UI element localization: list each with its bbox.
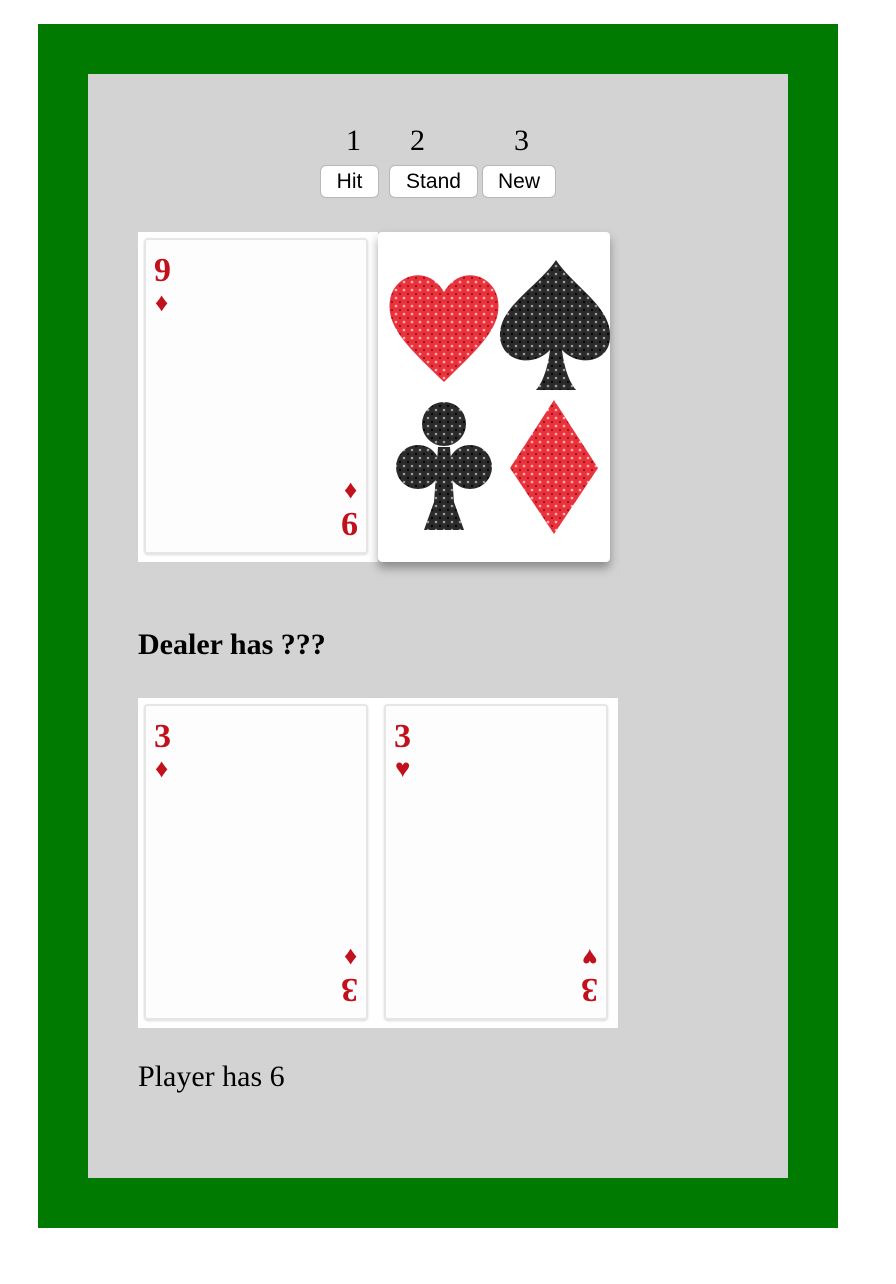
diamond-icon: ♦: [343, 477, 357, 506]
new-shortcut-hint: 3: [514, 124, 529, 157]
diamond-icon: ♦: [343, 943, 357, 972]
stand-shortcut-hint: 2: [410, 124, 425, 157]
player-card-2: 3 ♥ ♥ 3: [384, 704, 608, 1020]
card-back-pattern: [389, 260, 610, 534]
hit-shortcut-hint: 1: [346, 124, 361, 157]
card-rank: 3: [154, 718, 171, 755]
dealer-card-1: 9 ♦ ♦ 9: [144, 238, 368, 554]
dealer-hand: 9 ♦ ♦ 9: [138, 232, 378, 562]
card-rank: 3: [581, 971, 598, 1008]
player-hand: 3 ♦ ♦ 3 3 ♥ ♥ 3: [138, 698, 618, 1028]
diamond-icon: ♦: [155, 288, 169, 317]
stand-button[interactable]: Stand: [389, 165, 478, 198]
player-card-1: 3 ♦ ♦ 3: [144, 704, 368, 1020]
heart-icon: ♥: [395, 754, 411, 783]
new-button[interactable]: New: [482, 165, 556, 198]
player-score-status: Player has 6: [138, 1060, 285, 1093]
heart-icon: [389, 275, 499, 382]
heart-icon: ♥: [581, 943, 597, 972]
card-rank: 3: [394, 718, 411, 755]
spade-icon: [499, 260, 610, 390]
card-rank: 3: [341, 971, 358, 1008]
dealer-card-back: [378, 232, 610, 562]
card-rank: 9: [341, 505, 358, 542]
diamond-icon: [510, 400, 598, 534]
diamond-icon: ♦: [155, 754, 169, 783]
dealer-score-status: Dealer has ???: [138, 628, 326, 661]
hit-button[interactable]: Hit: [320, 165, 379, 198]
club-icon: [396, 402, 492, 530]
card-rank: 9: [154, 252, 171, 289]
